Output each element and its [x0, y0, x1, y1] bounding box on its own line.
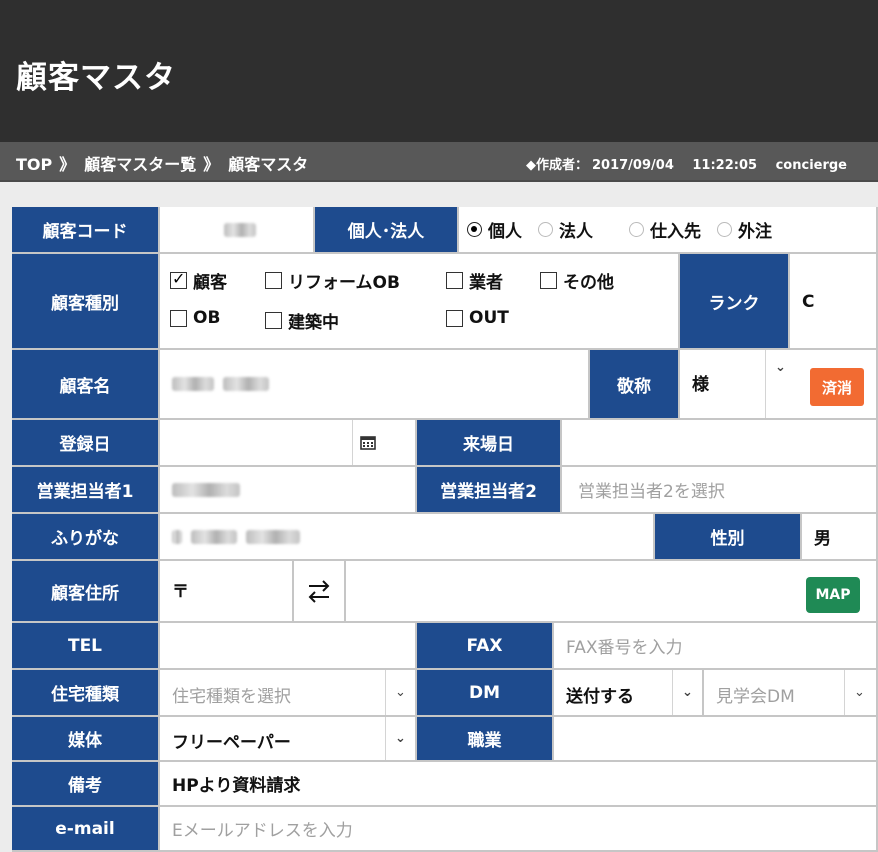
customer-type-checkbox-under-construction[interactable]: 建築中 [265, 308, 339, 333]
redacted-value [191, 529, 237, 544]
tel-label: TEL [12, 623, 160, 670]
gender-label: 性別 [655, 514, 802, 561]
postal-code-field[interactable]: 〒 [160, 561, 294, 623]
redacted-value [172, 529, 182, 544]
chevron-down-icon[interactable]: ⌄ [765, 350, 795, 418]
swap-arrows-icon [308, 580, 330, 603]
created-date: 2017/09/04 [592, 158, 674, 173]
honorific-value: 様 [692, 375, 709, 395]
housing-type-placeholder: 住宅種類を選択 [172, 687, 291, 707]
entity-radio-corporation[interactable]: 法人 [538, 217, 593, 242]
honorific-label: 敬称 [590, 350, 680, 420]
notes-label: 備考 [12, 762, 160, 807]
customer-type-checkbox-other[interactable]: その他 [540, 268, 614, 293]
media-label: 媒体 [12, 717, 160, 762]
visit-date-field[interactable] [562, 420, 878, 467]
entity-label: 個人･法人 [315, 207, 459, 254]
sales-rep1-field[interactable] [160, 467, 417, 514]
furigana-label: ふりがな [12, 514, 160, 561]
postal-mark: 〒 [172, 582, 189, 602]
breadcrumb-top-link[interactable]: TOP [16, 155, 52, 174]
email-label: e-mail [12, 807, 160, 852]
dm-label: DM [417, 670, 554, 717]
customer-type-checkbox-customer[interactable]: 顧客 [170, 268, 227, 293]
entity-radio-supplier[interactable]: 仕入先 [629, 217, 701, 242]
rank-value[interactable]: C [790, 254, 878, 350]
registration-date-label: 登録日 [12, 420, 160, 467]
dm-select[interactable]: 送付する ⌄ [554, 670, 704, 717]
customer-type-checkbox-out[interactable]: OUT [446, 308, 509, 328]
dm-value: 送付する [566, 687, 634, 707]
customer-type-checkbox-contractor[interactable]: 業者 [446, 268, 503, 293]
address-field[interactable]: MAP [346, 561, 878, 623]
entity-radio-subcontractor[interactable]: 外注 [717, 217, 772, 242]
breadcrumb-current: 顧客マスタ [228, 155, 309, 174]
breadcrumb-customer-list-link[interactable]: 顧客マスター覧 [84, 155, 196, 174]
creator-label: ◆作成者： [526, 158, 588, 173]
breadcrumb-separator: 》 [59, 155, 76, 174]
customer-form: 顧客コード 個人･法人 個人 法人 仕入先 外注 顧客種別 顧客 リフォームOB… [12, 207, 878, 852]
customer-code-field[interactable] [160, 207, 315, 254]
housing-type-select[interactable]: 住宅種類を選択 ⌄ [160, 670, 417, 717]
breadcrumb-bar: TOP 》顧客マスター覧》顧客マスタ ◆作成者： 2017/09/04 11:22:… [0, 142, 878, 182]
chevron-down-icon[interactable]: ⌄ [672, 670, 702, 715]
entity-radio-group: 個人 法人 仕入先 外注 [459, 207, 878, 254]
customer-type-checkbox-ob[interactable]: OB [170, 308, 220, 328]
occupation-field[interactable] [554, 717, 878, 762]
dm-event-placeholder: 見学会DM [716, 687, 795, 707]
rank-label: ランク [680, 254, 790, 350]
app-header: 顧客マスタ [0, 0, 878, 142]
entity-radio-individual[interactable]: 個人 [467, 217, 522, 242]
customer-code-label: 顧客コード [12, 207, 160, 254]
sales-rep1-label: 営業担当者1 [12, 467, 160, 514]
chevron-down-icon[interactable]: ⌄ [844, 670, 874, 715]
redacted-value [224, 222, 256, 237]
address-lookup-button[interactable] [294, 561, 346, 623]
sales-rep2-label: 営業担当者2 [417, 467, 562, 514]
redacted-value [172, 377, 214, 391]
map-button[interactable]: MAP [806, 577, 860, 613]
email-field[interactable]: Eメールアドレスを入力 [160, 807, 878, 852]
housing-type-label: 住宅種類 [12, 670, 160, 717]
creator-name: concierge [775, 158, 847, 173]
redacted-value [246, 529, 300, 544]
address-label: 顧客住所 [12, 561, 160, 623]
customer-type-checkbox-reform-ob[interactable]: リフォームOB [265, 268, 400, 293]
gender-value[interactable]: 男 [802, 514, 878, 561]
customer-type-label: 顧客種別 [12, 254, 160, 350]
honorific-clear-button[interactable]: 済消 [810, 368, 864, 406]
calendar-icon[interactable] [360, 436, 376, 450]
media-value: フリーペーパー [172, 733, 291, 753]
redacted-value [223, 377, 269, 391]
registration-date-field[interactable] [160, 420, 417, 467]
fax-label: FAX [417, 623, 554, 670]
customer-type-checkbox-group: 顧客 リフォームOB 業者 その他 OB 建築中 OUT [160, 254, 680, 350]
creator-info: ◆作成者： 2017/09/04 11:22:05 concierge [526, 154, 851, 173]
chevron-down-icon[interactable]: ⌄ [385, 670, 415, 715]
customer-name-label: 顧客名 [12, 350, 160, 420]
breadcrumb: TOP 》顧客マスター覧》顧客マスタ [16, 151, 308, 175]
notes-field[interactable]: HPより資料請求 [160, 762, 878, 807]
tel-field[interactable] [160, 623, 417, 670]
customer-name-field[interactable] [160, 350, 590, 420]
dm-event-select[interactable]: 見学会DM ⌄ [704, 670, 878, 717]
created-time: 11:22:05 [692, 158, 758, 173]
furigana-field[interactable] [160, 514, 655, 561]
media-select[interactable]: フリーペーパー ⌄ [160, 717, 417, 762]
honorific-select[interactable]: 様 ⌄ 済消 [680, 350, 878, 420]
visit-date-label: 来場日 [417, 420, 562, 467]
page-title: 顧客マスタ [16, 60, 176, 96]
sales-rep2-select[interactable]: 営業担当者2を選択 [562, 467, 878, 514]
breadcrumb-separator: 》 [203, 155, 220, 174]
occupation-label: 職業 [417, 717, 554, 762]
chevron-down-icon[interactable]: ⌄ [385, 717, 415, 760]
fax-field[interactable]: FAX番号を入力 [554, 623, 878, 670]
redacted-value [172, 482, 240, 497]
